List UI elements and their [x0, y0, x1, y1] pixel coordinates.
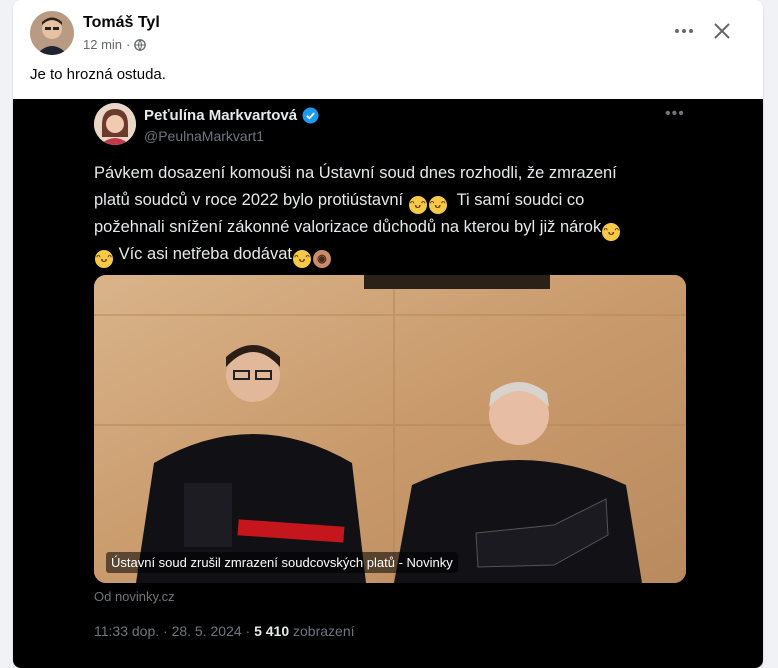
laughing-emoji-icon: ᵔᴗᵔ: [408, 196, 427, 214]
tweet-author-handle: @PeulnaMarkvart1: [144, 128, 265, 144]
more-options-button[interactable]: [669, 16, 699, 46]
laughing-emoji-icon: ᵔᴗᵔ: [602, 223, 621, 241]
tweet-line-text: Ti samí soudci co: [456, 191, 585, 209]
tweet-line: ᵔᴗᵔ Víc asi netřeba dodávat ᵔᴗᵔ ◉: [94, 241, 694, 268]
news-photo: Ústavní soud zrušil zmrazení soudcovskýc…: [94, 275, 686, 583]
post-card: Tomáš Tyl 12 min · Je to hrozná ostuda.: [13, 0, 763, 668]
post-time[interactable]: 12 min: [83, 37, 122, 52]
tweet-more-icon: •••: [665, 105, 685, 122]
globe-icon: [134, 38, 147, 51]
close-button[interactable]: [707, 16, 737, 46]
tweet-screenshot[interactable]: Peťulína Markvartová @PeulnaMarkvart1 ••…: [13, 99, 763, 668]
verified-badge-icon: [302, 107, 319, 124]
close-icon: [714, 23, 730, 39]
judges-photo-illustration: [94, 275, 686, 583]
laughing-emoji-icon: ᵔᴗᵔ: [428, 196, 447, 214]
photo-caption: Ústavní soud zrušil zmrazení soudcovskýc…: [106, 552, 458, 573]
tweet-author-name-text: Peťulína Markvartová: [144, 107, 298, 124]
laughing-emoji-icon: ᵔᴗᵔ: [292, 250, 311, 268]
tweet-views-label: zobrazení: [289, 623, 355, 639]
tweet-timestamp: 11:33 dop. · 28. 5. 2024 ·: [94, 623, 255, 639]
tweet-line: požehnali snížení zákonné valorizace důc…: [94, 214, 694, 241]
tweet-views-count: 5 410: [254, 623, 290, 639]
tweet-text: Pávkem dosazení komouši na Ústavní soud …: [94, 160, 694, 268]
tweet-line-text: požehnali snížení zákonné valorizace důc…: [94, 218, 602, 236]
laughing-emoji-icon: ᵔᴗᵔ: [95, 250, 113, 268]
author-name[interactable]: Tomáš Tyl: [83, 14, 160, 32]
author-avatar[interactable]: [30, 11, 74, 55]
tweet-author-avatar: [94, 103, 136, 145]
see-no-evil-monkey-icon: ◉: [312, 250, 331, 268]
post-meta: 12 min ·: [83, 37, 147, 52]
tweet-line: Pávkem dosazení komouši na Ústavní soud …: [94, 164, 617, 182]
more-icon: [675, 29, 693, 33]
tweet-line-text: platů soudců v roce 2022 bylo protiústav…: [94, 191, 404, 209]
post-text: Je to hrozná ostuda.: [30, 66, 166, 83]
tweet-line-text: Víc asi netřeba dodávat: [118, 245, 292, 263]
tweet-author-name: Peťulína Markvartová: [144, 107, 319, 124]
tweet-footer: 11:33 dop. · 28. 5. 2024 · 5 410 zobraze…: [94, 623, 355, 639]
link-source[interactable]: Od novinky.cz: [94, 589, 175, 604]
tweet-line: platů soudců v roce 2022 bylo protiústav…: [94, 187, 694, 214]
post-header: Tomáš Tyl 12 min ·: [13, 0, 763, 62]
